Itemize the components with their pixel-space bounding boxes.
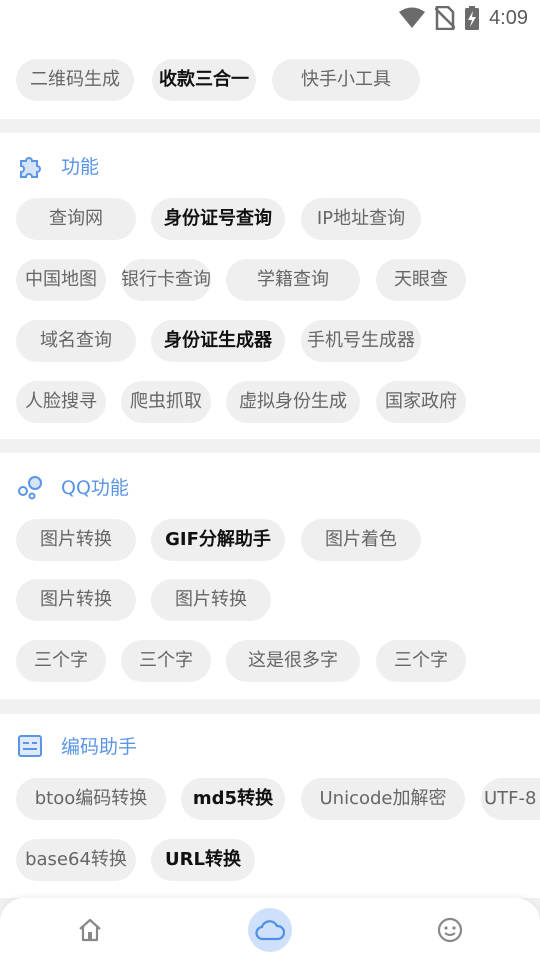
tool-chip[interactable]: URL转换 [151,839,255,881]
tool-chip[interactable]: 虚拟身份生成 [226,381,360,423]
section-header: 功能 [17,152,99,179]
bottom-nav [0,898,540,960]
tool-chip[interactable]: 三个字 [376,640,466,682]
tool-chip[interactable]: 图片转换 [151,579,271,621]
tool-chip[interactable]: GIF分解助手 [151,519,285,561]
tool-chip[interactable]: 图片转换 [16,579,136,621]
section-header: QQ功能 [17,473,129,500]
status-time: 4:09 [489,6,528,29]
section-title: QQ功能 [61,477,129,499]
section-features: 功能 查询网 身份证号查询 IP地址查询 中国地图 银行卡查询 学籍查询 天眼查… [0,133,540,439]
tool-chip[interactable]: UTF-8 [481,778,540,820]
nav-cloud[interactable] [248,908,292,952]
nav-home[interactable] [68,908,112,952]
puzzle-icon [20,156,41,178]
tool-chip[interactable]: 人脸搜寻 [16,381,106,423]
tool-chip[interactable]: md5转换 [181,778,285,820]
tool-chip[interactable]: 中国地图 [16,259,106,301]
tool-chip[interactable]: base64转换 [16,839,136,881]
tool-chip[interactable]: 三个字 [121,640,211,682]
tool-chip[interactable]: 二维码生成 [16,59,134,101]
status-bar: 4:09 [0,0,540,36]
tool-chip[interactable]: 身份证生成器 [151,320,285,362]
home-icon [79,918,101,942]
tool-chip[interactable]: 学籍查询 [226,259,360,301]
tool-chip[interactable]: 国家政府 [376,381,466,423]
tool-chip[interactable]: 域名查询 [16,320,136,362]
tool-chip[interactable]: 银行卡查询 [121,259,211,301]
nav-profile[interactable] [428,908,472,952]
tool-chip[interactable]: 收款三合一 [152,59,256,101]
tool-chip[interactable]: 三个字 [16,640,106,682]
smile-icon [437,917,463,943]
tool-chip[interactable]: 图片着色 [301,519,421,561]
tool-chip[interactable]: 天眼查 [376,259,466,301]
scroll-content[interactable]: 二维码生成 收款三合一 快手小工具 功能 查询网 身份证号查询 IP地址查询 中… [0,0,540,898]
no-sim-icon [435,6,456,30]
tool-chip[interactable]: IP地址查询 [301,198,421,240]
tool-chip[interactable]: 这是很多字 [226,640,360,682]
tool-chip[interactable]: 爬虫抓取 [121,381,211,423]
tool-chip[interactable]: btoo编码转换 [16,778,166,820]
tool-chip[interactable]: 身份证号查询 [151,198,285,240]
code-card-icon [18,734,42,757]
cloud-icon [255,920,285,941]
battery-charging-icon [465,6,480,30]
wifi-icon [399,7,426,28]
section-header: 编码助手 [17,732,137,759]
section-encoding: 编码助手 btoo编码转换 md5转换 Unicode加解密 UTF-8 bas… [0,714,540,898]
tool-chip[interactable]: 手机号生成器 [301,320,421,362]
tool-chip[interactable]: 查询网 [16,198,136,240]
section-title: 功能 [61,156,100,178]
tool-chip[interactable]: 快手小工具 [272,59,420,101]
tool-chip[interactable]: 图片转换 [16,519,136,561]
section-qq: QQ功能 图片转换 GIF分解助手 图片着色 图片转换 图片转换 三个字 三个字… [0,453,540,699]
bubbles-icon [18,475,42,499]
tool-chip[interactable]: Unicode加解密 [301,778,465,820]
section-title: 编码助手 [61,736,138,758]
